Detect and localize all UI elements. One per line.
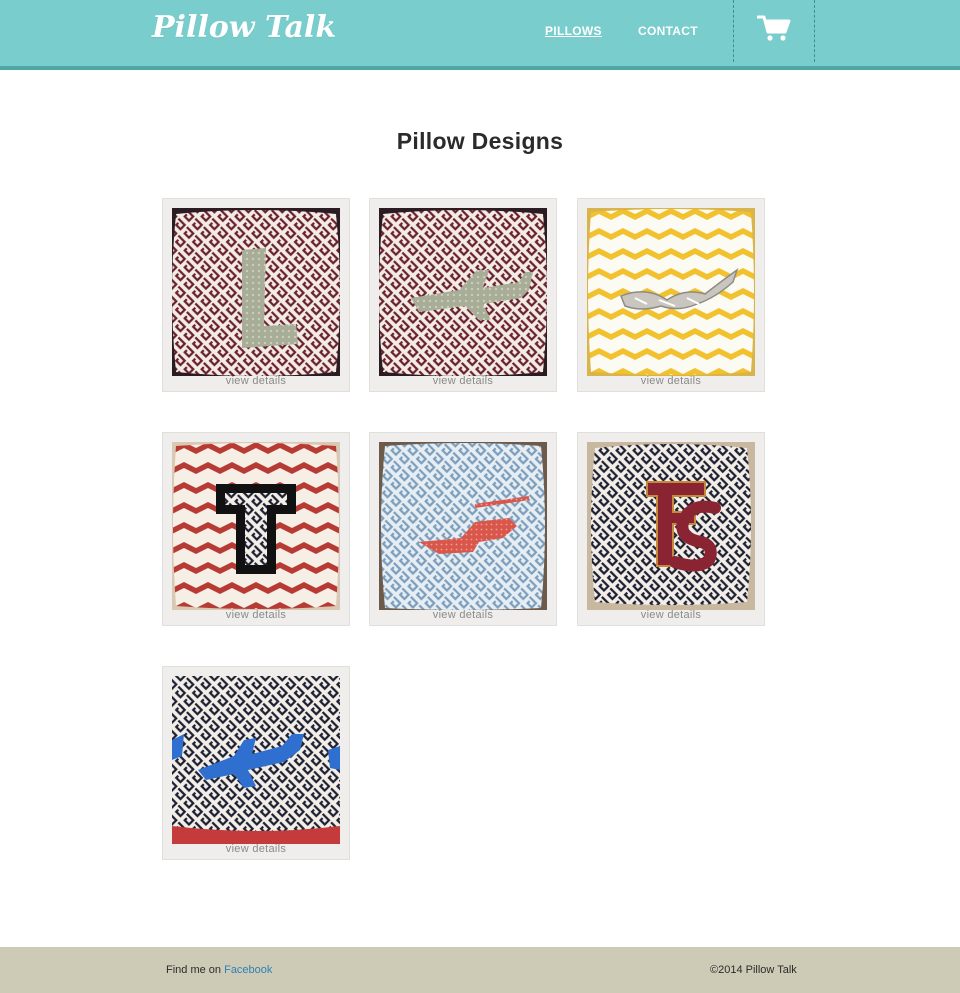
find-me-text: Find me on Facebook [166,964,272,976]
site-logo[interactable]: Pillow Talk [152,10,336,45]
product-card[interactable]: view details [369,432,557,626]
product-card[interactable]: view details [162,432,350,626]
product-image-letter-l[interactable] [172,208,340,376]
product-card[interactable]: view details [577,198,765,392]
page-title: Pillow Designs [396,128,564,154]
nav-contact-link[interactable]: CONTACT [638,24,698,38]
view-details-link[interactable]: view details [163,843,349,855]
product-card[interactable]: view details [162,198,350,392]
cart-divider-left [733,0,734,62]
product-card[interactable]: view details [369,198,557,392]
view-details-link[interactable]: view details [578,609,764,621]
view-details-link[interactable]: view details [370,609,556,621]
site-footer: Find me on Facebook ©2014 Pillow Talk [0,947,960,993]
product-image-airplane[interactable] [379,208,547,376]
product-image-blue-plane[interactable] [172,676,340,844]
facebook-link[interactable]: Facebook [224,964,272,976]
copyright-text: ©2014 Pillow Talk [710,964,797,976]
product-image-yellow-chevron[interactable] [587,208,755,376]
product-card[interactable]: view details [577,432,765,626]
product-image-texas-tech[interactable] [172,442,340,610]
view-details-link[interactable]: view details [163,609,349,621]
product-image-fsu[interactable] [587,442,755,610]
cart-divider-right [814,0,815,62]
shopping-cart-icon[interactable] [757,14,791,42]
nav-pillows-link[interactable]: PILLOWS [545,24,602,38]
view-details-link[interactable]: view details [370,375,556,387]
view-details-link[interactable]: view details [163,375,349,387]
view-details-link[interactable]: view details [578,375,764,387]
product-card[interactable]: view details [162,666,350,860]
site-header: Pillow Talk PILLOWS CONTACT [0,0,960,70]
product-image-helicopter[interactable] [379,442,547,610]
find-me-prefix: Find me on [166,964,225,976]
